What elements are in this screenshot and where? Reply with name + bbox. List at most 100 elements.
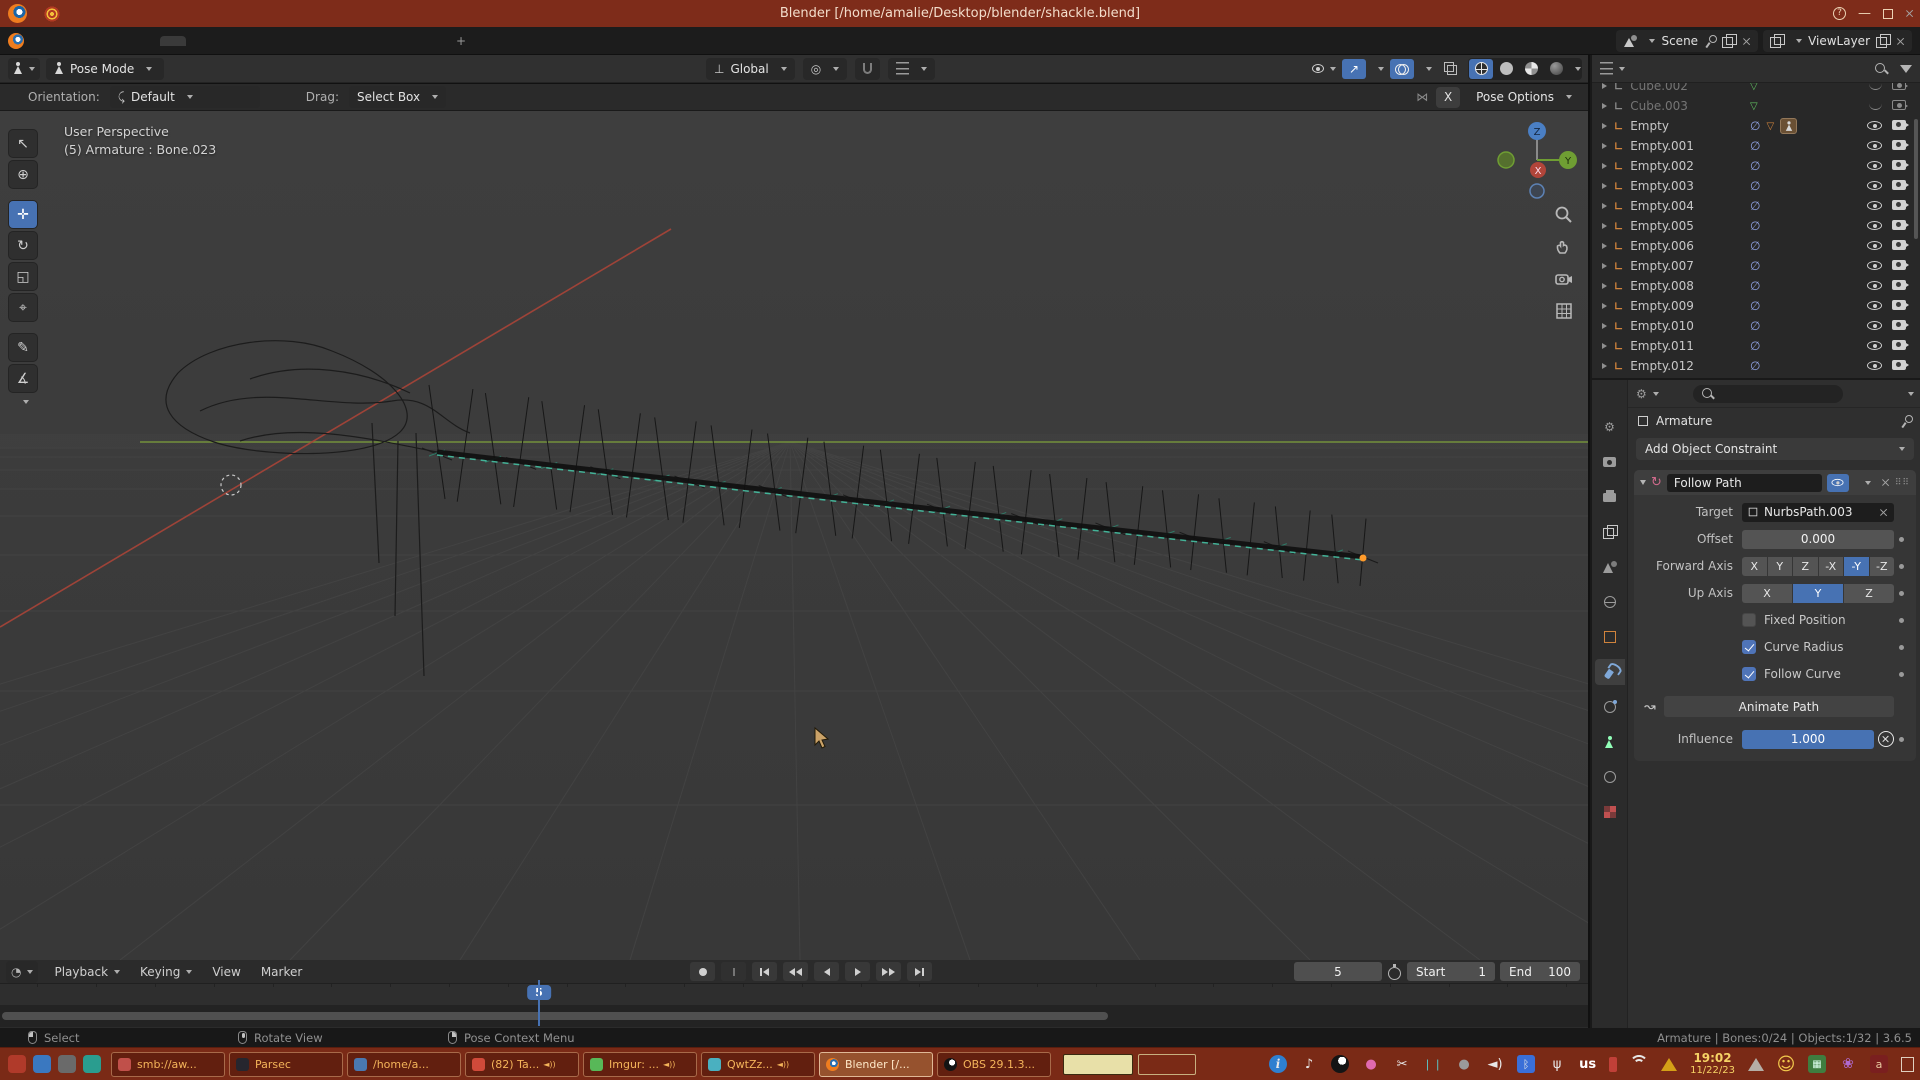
constraint-enable-toggle[interactable]	[1827, 474, 1849, 492]
play-reverse-button[interactable]	[814, 962, 839, 981]
scene-selector[interactable]: Scene	[1616, 30, 1758, 52]
minimize-icon[interactable]: —	[1858, 6, 1871, 21]
show-desktop-icon[interactable]	[1901, 1057, 1914, 1072]
mode-dropdown[interactable]: Pose Mode	[46, 58, 164, 80]
disable-render-icon[interactable]	[1892, 180, 1906, 190]
expand-icon[interactable]	[1602, 263, 1607, 269]
hide-viewport-icon[interactable]	[1867, 161, 1882, 170]
add-workspace-button[interactable]: +	[446, 29, 476, 53]
disable-render-icon[interactable]	[1892, 240, 1906, 250]
disable-render-icon[interactable]	[1892, 120, 1906, 130]
up-x[interactable]: X	[1742, 584, 1792, 603]
target-field[interactable]: NurbsPath.003	[1742, 503, 1894, 522]
new-viewlayer-icon[interactable]	[1876, 34, 1890, 48]
outliner-row[interactable]: ∟ Empty.012 ∅ ▽ ▽	[1592, 356, 1920, 376]
expand-icon[interactable]	[1602, 203, 1607, 209]
outliner-row[interactable]: ∟ Empty.005 ∅ ▽ ▽	[1592, 216, 1920, 236]
tool-annotate[interactable]: ✎	[8, 333, 38, 362]
grapes-tray-icon[interactable]: ❀	[1839, 1055, 1857, 1073]
forward-neg-z[interactable]: -Z	[1870, 557, 1895, 576]
viewport-menu-item[interactable]	[194, 65, 218, 73]
obs-tray-icon[interactable]	[1331, 1055, 1349, 1073]
tool-select-box[interactable]: ↖	[8, 129, 38, 158]
hide-viewport-icon[interactable]	[1867, 321, 1882, 330]
animate-radius-dot[interactable]	[1899, 645, 1904, 650]
navigation-gizmo[interactable]: Z Y X	[1492, 115, 1582, 205]
outliner-row[interactable]: ∟ Empty.010 ∅ ▽ ▽	[1592, 316, 1920, 336]
prev-keyframe-button[interactable]	[783, 962, 808, 981]
zoom-icon[interactable]	[1554, 205, 1574, 225]
outliner-row[interactable]: ∟ Empty.001 ∅ ▽ ▽	[1592, 136, 1920, 156]
disable-render-icon[interactable]	[1892, 200, 1906, 210]
menu-item[interactable]	[78, 37, 100, 45]
pager-empty[interactable]	[1138, 1054, 1196, 1075]
start-frame-field[interactable]: Start1	[1407, 962, 1495, 981]
expand-icon[interactable]	[1602, 363, 1607, 369]
taskbar-window-button[interactable]: Parsec	[229, 1052, 343, 1077]
jump-end-button[interactable]	[907, 962, 932, 981]
influence-slider[interactable]: 1.000	[1742, 730, 1874, 749]
workspace-tab[interactable]	[160, 36, 186, 46]
shading-dropdown[interactable]	[1569, 62, 1581, 76]
clock[interactable]: 19:02 11/22/23	[1690, 1051, 1735, 1077]
play-button[interactable]	[845, 962, 870, 981]
up-z[interactable]: Z	[1844, 584, 1894, 603]
disable-render-icon[interactable]	[1892, 280, 1906, 290]
workspace-tab[interactable]	[212, 36, 238, 46]
menu-item[interactable]	[122, 37, 144, 45]
shape-tray-icon[interactable]	[1748, 1058, 1764, 1071]
up-y[interactable]: Y	[1793, 584, 1843, 603]
animate-fixed-dot[interactable]	[1899, 618, 1904, 623]
next-keyframe-button[interactable]	[876, 962, 901, 981]
overlays-toggle[interactable]	[1390, 59, 1414, 79]
pin-icon[interactable]	[1704, 34, 1716, 48]
forward-neg-x[interactable]: -X	[1819, 557, 1844, 576]
viewport-menu-item[interactable]	[218, 65, 242, 73]
timeline-menu-item[interactable]: Playback	[44, 962, 130, 982]
drag-handle-icon[interactable]: ⠿⠿	[1895, 478, 1910, 488]
hide-viewport-icon[interactable]	[1867, 201, 1882, 210]
workspace-tab[interactable]	[342, 36, 368, 46]
hide-viewport-icon[interactable]	[1867, 281, 1882, 290]
usb-tray-icon[interactable]: ψ	[1548, 1055, 1566, 1073]
forward-neg-y[interactable]: -Y	[1844, 557, 1869, 576]
timeline-menu-item[interactable]: Marker	[251, 962, 312, 982]
tab-render[interactable]	[1595, 449, 1625, 475]
scissors-tray-icon[interactable]: ✂	[1393, 1055, 1411, 1073]
forward-x[interactable]: X	[1742, 557, 1767, 576]
shading-wireframe-button[interactable]	[1469, 59, 1493, 79]
fixed-position-checkbox[interactable]	[1742, 613, 1756, 627]
render-disabled-icon[interactable]	[1892, 100, 1906, 110]
expand-icon[interactable]	[1602, 243, 1607, 249]
expand-icon[interactable]	[1602, 283, 1607, 289]
help-window-icon[interactable]: ?	[1833, 7, 1846, 20]
timeline-editor-button[interactable]: ◔	[6, 961, 38, 983]
hide-viewport-icon[interactable]	[1867, 241, 1882, 250]
tab-scene[interactable]	[1595, 554, 1625, 580]
constraint-name-field[interactable]: Follow Path	[1667, 474, 1822, 492]
workspace-tab[interactable]	[290, 36, 316, 46]
clear-target-icon[interactable]	[1879, 508, 1888, 517]
ortho-grid-icon[interactable]	[1554, 301, 1574, 321]
outliner-row[interactable]: ∟ Empty.007 ∅ ▽ ▽	[1592, 256, 1920, 276]
outliner-scrollbar[interactable]	[1914, 119, 1918, 239]
expand-icon[interactable]	[1602, 323, 1607, 329]
panel-expand-icon[interactable]	[1640, 480, 1646, 485]
tool-measure[interactable]: ∡	[8, 364, 38, 393]
shading-material-button[interactable]	[1519, 59, 1543, 79]
tool-scale[interactable]: ◱	[8, 262, 38, 291]
constraint-header[interactable]: ↻ Follow Path ⠿⠿	[1634, 470, 1916, 495]
tab-physics[interactable]	[1595, 694, 1625, 720]
viewport-menu-item[interactable]	[170, 65, 194, 73]
pager-active[interactable]	[1063, 1054, 1133, 1075]
disable-render-icon[interactable]	[1892, 360, 1906, 370]
offset-field[interactable]: 0.000	[1742, 530, 1894, 549]
end-frame-field[interactable]: End100	[1500, 962, 1580, 981]
warning-tray-icon[interactable]	[1661, 1058, 1677, 1071]
blender-menu-icon[interactable]	[8, 33, 24, 49]
outliner-search-icon[interactable]	[1874, 62, 1888, 76]
expand-icon[interactable]	[1602, 343, 1607, 349]
disable-render-icon[interactable]	[1892, 340, 1906, 350]
disable-render-icon[interactable]	[1892, 220, 1906, 230]
tab-constraints[interactable]	[1595, 659, 1625, 685]
